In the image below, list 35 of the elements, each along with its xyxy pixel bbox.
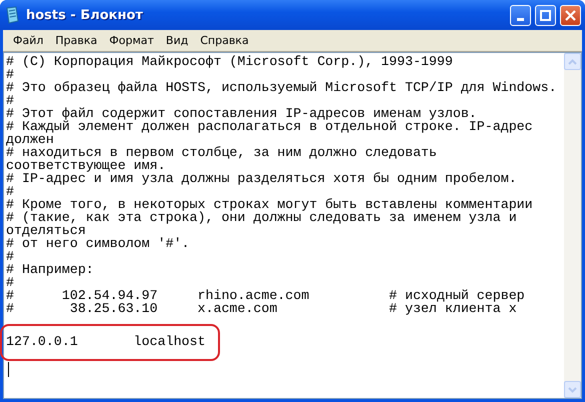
text-line: # 102.54.94.97 rhino.acme.com # исходный сервер [6,289,525,302]
text-line: # [6,68,14,81]
text-line: # [6,94,14,107]
text-line: 127.0.0.1 localhost [6,335,206,348]
menu-item[interactable]: Правка [49,33,104,48]
close-button[interactable] [560,4,581,26]
notepad-icon [4,6,20,24]
text-line: # (C) Корпорация Майкрософт (Microsoft Corp.), 1993-1999 [6,55,453,68]
text-line: # от него символом '#'. [6,237,190,250]
text-line: # 38.25.63.10 x.acme.com # узел клиента x [6,302,517,315]
text-line: # [6,250,14,263]
text-line: # [6,276,14,289]
text-line: # Это образец файла HOSTS, используемый Microsoft TCP/IP для Windows. [6,81,557,94]
minimize-icon [517,18,524,20]
window-title: hosts - Блокнот [26,8,143,22]
text-line: отделяться [6,224,86,237]
menu-item[interactable]: Вид [160,33,194,48]
text-line: # (такие, как эта строка), они должны следовать за именем узла и [6,211,517,224]
menu-item[interactable]: Файл [7,33,50,48]
maximize-button[interactable] [535,4,556,26]
maximize-icon [540,10,551,20]
text-line: # IP-адрес и имя узла должны разделяться хотя бы одним пробелом. [6,172,517,185]
text-line: # находиться в первом столбце, за ним должно следовать [6,146,437,159]
text-line: # [6,185,14,198]
text-line: # Этот файл содержит сопоставления IP-адресов именам узлов. [6,107,477,120]
text-cursor [8,362,9,377]
text-line: # Каждый элемент должен располагаться в отдельной строке. IP-адрес [6,120,533,133]
minimize-button[interactable] [510,4,531,26]
text-line: должен [6,133,54,146]
text-line: соответствующее имя. [6,159,166,172]
menu-item[interactable]: Формат [103,33,160,48]
menu-item[interactable]: Справка [194,33,255,48]
text-line: # Кроме того, в некоторых строках могут быть вставлены комментарии [6,198,533,211]
close-icon [565,10,576,20]
text-line: # Например: [6,263,94,276]
